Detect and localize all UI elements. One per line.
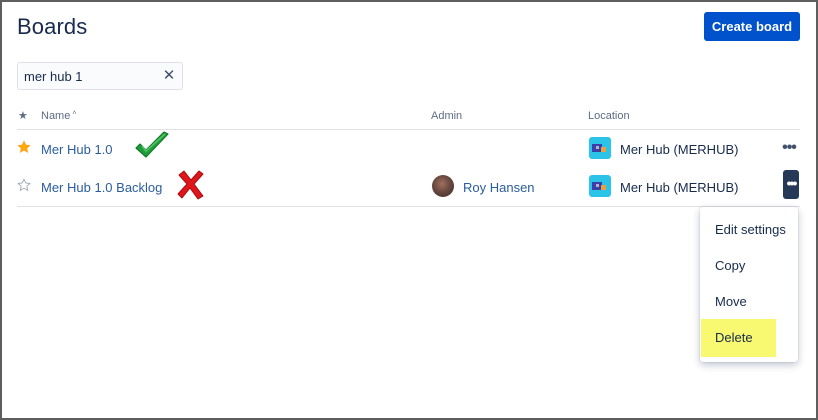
avatar — [432, 175, 454, 197]
project-icon — [589, 175, 611, 197]
location-name[interactable]: Mer Hub (MERHUB) — [620, 180, 738, 195]
row-divider — [17, 206, 800, 207]
table-row: Mer Hub 1.0 Mer Hub (MERHUB) ••• — [17, 131, 800, 167]
search-box[interactable]: ✕ — [17, 62, 183, 90]
create-board-button[interactable]: Create board — [704, 12, 800, 41]
cross-mark-icon — [177, 170, 204, 200]
location-column-header: Location — [588, 110, 630, 122]
search-input[interactable] — [24, 67, 154, 85]
project-icon — [589, 137, 611, 159]
star-column-header[interactable]: ★ — [18, 109, 28, 122]
menu-item-delete[interactable]: Delete — [700, 321, 798, 355]
admin-column-header: Admin — [431, 110, 463, 122]
more-actions-button[interactable]: ••• — [779, 137, 799, 161]
star-outline-icon[interactable] — [17, 178, 31, 192]
name-column-header[interactable]: Name ˄ — [41, 110, 76, 122]
board-link[interactable]: Mer Hub 1.0 Backlog — [41, 180, 162, 195]
board-link[interactable]: Mer Hub 1.0 — [41, 142, 113, 157]
menu-item-edit-settings[interactable]: Edit settings — [700, 213, 798, 247]
table-row: Mer Hub 1.0 Backlog Roy Hansen Mer Hub (… — [17, 169, 800, 205]
location-name[interactable]: Mer Hub (MERHUB) — [620, 142, 738, 157]
star-filled-icon[interactable] — [17, 140, 31, 154]
page-title: Boards — [17, 14, 88, 39]
menu-item-move[interactable]: Move — [700, 285, 798, 319]
menu-item-copy[interactable]: Copy — [700, 249, 798, 283]
more-actions-button[interactable]: ••• — [783, 170, 799, 199]
actions-menu: Edit settings Copy Move Delete — [700, 207, 798, 362]
check-mark-icon — [135, 131, 169, 158]
close-icon[interactable]: ✕ — [161, 68, 177, 84]
admin-name[interactable]: Roy Hansen — [463, 180, 535, 195]
name-header-label: Name — [41, 110, 71, 122]
sort-ascending-icon: ˄ — [72, 110, 77, 117]
header-divider — [17, 129, 800, 130]
